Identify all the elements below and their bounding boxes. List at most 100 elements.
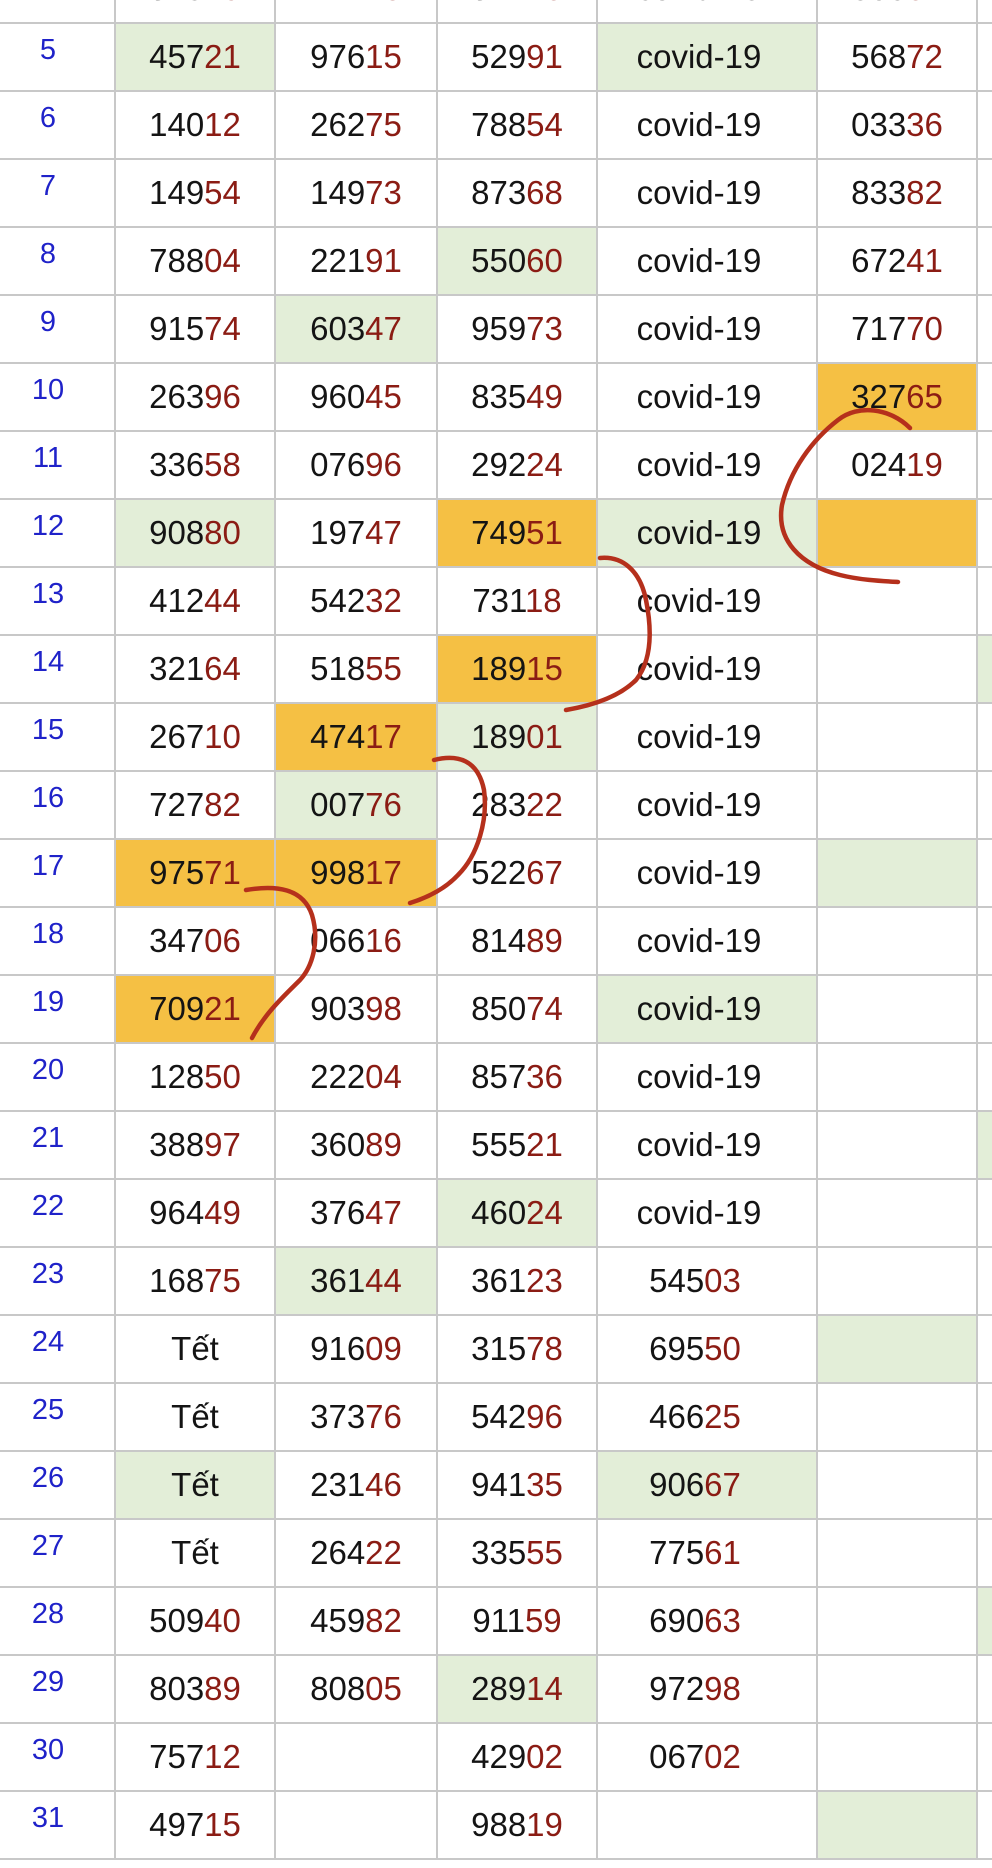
row-number[interactable]: 30 (0, 1724, 116, 1792)
grid-cell[interactable]: 45721 (116, 24, 276, 92)
row-number[interactable]: 21 (0, 1112, 116, 1180)
grid-cell[interactable]: covid-19 (598, 1180, 818, 1248)
grid-cell[interactable]: Tết (116, 1452, 276, 1520)
row-number[interactable]: 27 (0, 1520, 116, 1588)
grid-cell[interactable]: 51223 (438, 0, 598, 24)
grid-cell[interactable]: covid-19 (598, 432, 818, 500)
grid-cell[interactable]: 28914 (438, 1656, 598, 1724)
grid-cell[interactable] (978, 500, 992, 568)
grid-cell[interactable]: 90880 (116, 500, 276, 568)
grid-cell[interactable]: 69550 (598, 1316, 818, 1384)
grid-cell[interactable]: Tết (116, 1384, 276, 1452)
grid-cell[interactable] (978, 92, 992, 160)
grid-cell[interactable]: 52267 (438, 840, 598, 908)
grid-cell[interactable] (818, 772, 978, 840)
grid-cell[interactable]: 14973 (276, 160, 438, 228)
grid-cell[interactable]: 97571 (116, 840, 276, 908)
grid-cell[interactable] (818, 1792, 978, 1860)
grid-cell[interactable] (978, 432, 992, 500)
grid-cell[interactable]: 97615 (276, 24, 438, 92)
grid-cell[interactable]: 18901 (438, 704, 598, 772)
grid-cell[interactable]: 37376 (276, 1384, 438, 1452)
grid-cell[interactable]: 73118 (438, 568, 598, 636)
grid-cell[interactable]: covid-19 (598, 228, 818, 296)
grid-cell[interactable]: 47417 (276, 704, 438, 772)
row-number[interactable]: 29 (0, 1656, 116, 1724)
grid-cell[interactable]: covid-19 (598, 296, 818, 364)
grid-cell[interactable]: 49715 (116, 1792, 276, 1860)
grid-cell[interactable]: 37647 (276, 1180, 438, 1248)
grid-cell[interactable]: 60347 (276, 296, 438, 364)
grid-cell[interactable] (276, 1724, 438, 1792)
grid-cell[interactable] (276, 1792, 438, 1860)
grid-cell[interactable]: 80805 (276, 1656, 438, 1724)
grid-cell[interactable]: 26710 (116, 704, 276, 772)
grid-cell[interactable]: 16875 (116, 1248, 276, 1316)
grid-cell[interactable] (978, 1384, 992, 1452)
grid-cell[interactable]: Tết (116, 1520, 276, 1588)
grid-cell[interactable]: 52991 (438, 24, 598, 92)
grid-cell[interactable]: 29224 (438, 432, 598, 500)
grid-cell[interactable]: 55060 (438, 228, 598, 296)
grid-cell[interactable]: 72782 (116, 772, 276, 840)
row-number[interactable]: 22 (0, 1180, 116, 1248)
grid-cell[interactable] (818, 1656, 978, 1724)
grid-cell[interactable]: 85074 (438, 976, 598, 1044)
grid-cell[interactable]: covid-19 (598, 500, 818, 568)
grid-cell[interactable] (978, 840, 992, 908)
grid-cell[interactable]: 56872 (818, 24, 978, 92)
grid-cell[interactable]: 78854 (438, 92, 598, 160)
grid-cell[interactable]: 94135 (438, 1452, 598, 1520)
row-number[interactable]: 24 (0, 1316, 116, 1384)
grid-cell[interactable] (818, 1112, 978, 1180)
grid-cell[interactable]: 26396 (116, 364, 276, 432)
grid-cell[interactable]: covid-19 (598, 908, 818, 976)
row-number[interactable]: 12 (0, 500, 116, 568)
grid-cell[interactable] (978, 568, 992, 636)
grid-cell[interactable]: covid-19 (598, 772, 818, 840)
grid-cell[interactable] (818, 1452, 978, 1520)
grid-cell[interactable] (978, 1112, 992, 1180)
grid-cell[interactable] (818, 636, 978, 704)
grid-cell[interactable] (978, 1520, 992, 1588)
grid-cell[interactable]: covid-19 (598, 568, 818, 636)
grid-cell[interactable]: 34706 (116, 908, 276, 976)
grid-cell[interactable] (978, 160, 992, 228)
grid-cell[interactable]: 71770 (818, 296, 978, 364)
row-number[interactable]: 25 (0, 1384, 116, 1452)
grid-cell[interactable] (818, 1384, 978, 1452)
grid-cell[interactable]: 23146 (276, 1452, 438, 1520)
grid-cell[interactable]: 83549 (438, 364, 598, 432)
row-number[interactable]: 14 (0, 636, 116, 704)
grid-cell[interactable] (978, 228, 992, 296)
row-number[interactable]: 6 (0, 92, 116, 160)
grid-cell[interactable]: 54503 (598, 1248, 818, 1316)
grid-cell[interactable]: 36662 (818, 0, 978, 24)
grid-cell[interactable] (978, 908, 992, 976)
grid-cell[interactable] (978, 704, 992, 772)
grid-cell[interactable]: 67241 (818, 228, 978, 296)
grid-cell[interactable]: 32164 (116, 636, 276, 704)
grid-cell[interactable]: 14012 (116, 92, 276, 160)
grid-cell[interactable]: 18915 (438, 636, 598, 704)
grid-cell[interactable] (818, 1520, 978, 1588)
row-number[interactable]: 18 (0, 908, 116, 976)
grid-cell[interactable]: 00776 (276, 772, 438, 840)
grid-cell[interactable]: 44410 (276, 0, 438, 24)
row-number[interactable]: 5 (0, 24, 116, 92)
grid-cell[interactable]: 85736 (438, 1044, 598, 1112)
grid-cell[interactable]: 77561 (598, 1520, 818, 1588)
grid-cell[interactable] (978, 296, 992, 364)
grid-cell[interactable] (978, 1316, 992, 1384)
grid-cell[interactable] (978, 1044, 992, 1112)
grid-cell[interactable] (978, 0, 992, 24)
grid-cell[interactable]: 02419 (818, 432, 978, 500)
grid-cell[interactable] (818, 1044, 978, 1112)
row-number[interactable]: 31 (0, 1792, 116, 1860)
grid-cell[interactable]: 50940 (116, 1588, 276, 1656)
grid-cell[interactable]: 36123 (438, 1248, 598, 1316)
grid-cell[interactable] (818, 1724, 978, 1792)
grid-cell[interactable] (978, 1248, 992, 1316)
row-number[interactable]: 7 (0, 160, 116, 228)
grid-cell[interactable] (818, 1316, 978, 1384)
